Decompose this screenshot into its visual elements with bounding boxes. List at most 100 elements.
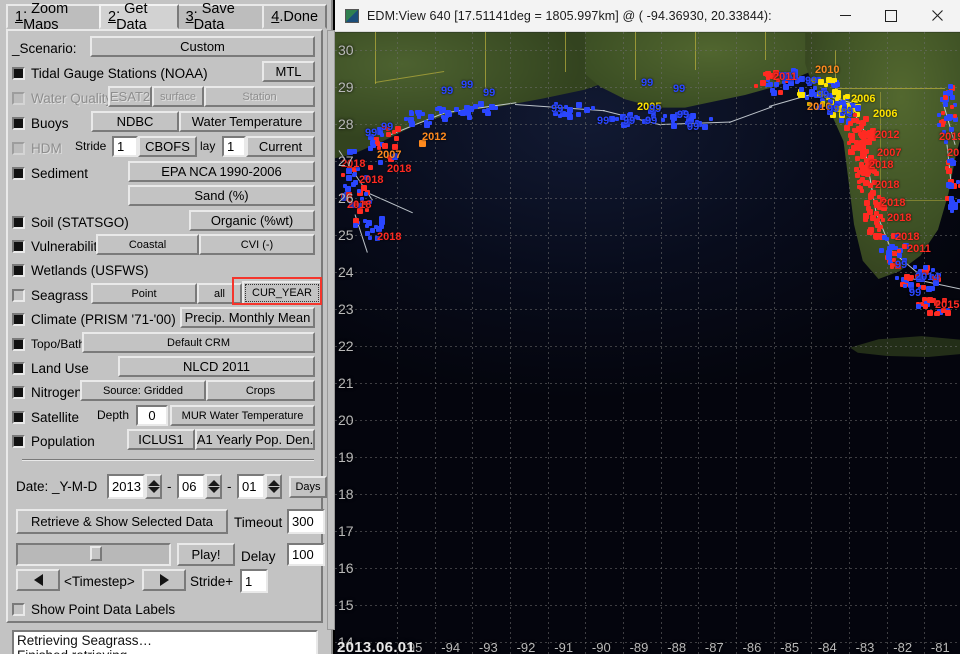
buoys-variable-button[interactable]: Water Temperature: [179, 111, 315, 132]
map-data-point: [890, 263, 894, 267]
tab-label: . Zoom Maps: [23, 1, 92, 33]
water-quality-type-button[interactable]: Station: [204, 86, 315, 107]
map-data-point: [923, 265, 928, 270]
tab-1[interactable]: 1. Zoom Maps: [6, 4, 101, 29]
hdm-lay-input[interactable]: 1: [222, 136, 246, 157]
app-icon: [345, 9, 359, 23]
sediment-variable-button[interactable]: Sand (%): [128, 185, 315, 206]
population-variable-button[interactable]: A1 Yearly Pop. Den.: [195, 429, 315, 450]
show-point-labels-checkbox[interactable]: [12, 603, 25, 616]
stride-input[interactable]: 1: [240, 569, 268, 593]
hdm-model-button[interactable]: CBOFS: [138, 136, 197, 157]
map-data-point: [948, 84, 953, 89]
sediment-dataset-button[interactable]: EPA NCA 1990-2006: [128, 161, 315, 182]
delay-input[interactable]: 100: [287, 543, 325, 566]
seagrass-scope-button[interactable]: all: [197, 283, 242, 304]
hdm-checkbox[interactable]: [12, 142, 25, 155]
wetlands-checkbox[interactable]: [12, 264, 25, 277]
map-canvas[interactable]: 2012201820182018200720182018201120102005…: [335, 32, 960, 654]
timestep-slider[interactable]: [16, 543, 171, 566]
water-quality-dataset-button[interactable]: ESAT2: [108, 86, 152, 107]
hdm-variable-button[interactable]: Current: [246, 136, 315, 157]
map-data-point: [861, 139, 866, 144]
map-data-point: [927, 310, 933, 316]
retrieve-button[interactable]: Retrieve & Show Selected Data: [16, 509, 228, 534]
hdm-lay-label: lay: [200, 139, 215, 153]
vulnerability-type-button[interactable]: Coastal: [96, 234, 199, 255]
nitrogen-checkbox[interactable]: [12, 386, 25, 399]
date-day-spinner[interactable]: [265, 474, 282, 499]
landuse-dataset-button[interactable]: NLCD 2011: [118, 356, 315, 377]
prev-timestep-button[interactable]: [16, 569, 60, 591]
map-data-point: [591, 106, 595, 110]
timestep-slider-thumb[interactable]: [90, 546, 102, 561]
date-year-input[interactable]: 2013: [107, 474, 145, 499]
control-panel: 1. Zoom Maps2. Get Data3. Save Data4.Don…: [0, 0, 333, 654]
population-checkbox[interactable]: [12, 435, 25, 448]
map-point-label: 99: [805, 76, 817, 87]
next-timestep-button[interactable]: [142, 569, 186, 591]
date-year-spinner[interactable]: [145, 474, 162, 499]
seagrass-checkbox[interactable]: [12, 289, 25, 302]
water-quality-depth-button[interactable]: surface: [152, 86, 204, 107]
y-axis-tick-label: 17: [338, 523, 354, 539]
climate-variable-button[interactable]: Precip. Monthly Mean: [180, 307, 315, 328]
map-data-point: [435, 107, 439, 111]
topobath-dataset-button[interactable]: Default CRM: [82, 332, 315, 353]
map-data-point: [352, 173, 356, 177]
timeout-input[interactable]: 300: [287, 509, 325, 534]
map-data-point: [836, 94, 841, 99]
tidal-gauge-checkbox[interactable]: [12, 67, 25, 80]
map-point-label: 99: [687, 122, 699, 133]
map-point-label: 99: [909, 288, 921, 299]
soil-checkbox[interactable]: [12, 216, 25, 229]
climate-checkbox[interactable]: [12, 313, 25, 326]
buoys-source-button[interactable]: NDBC: [91, 111, 179, 132]
days-button[interactable]: Days: [289, 476, 327, 498]
map-data-point: [754, 84, 758, 88]
topobath-checkbox[interactable]: [12, 338, 25, 351]
date-day-input[interactable]: 01: [237, 474, 265, 499]
date-month-input[interactable]: 06: [177, 474, 205, 499]
play-button[interactable]: Play!: [177, 543, 235, 566]
map-point-label: 99: [649, 104, 661, 115]
minimize-button[interactable]: [822, 0, 868, 32]
map-point-label: 99: [677, 110, 689, 121]
tab-3[interactable]: 3. Save Data: [177, 4, 265, 29]
sediment-checkbox[interactable]: [12, 167, 25, 180]
water-quality-checkbox[interactable]: [12, 92, 25, 105]
maximize-icon: [885, 10, 897, 22]
x-axis-tick-label: -84: [818, 640, 837, 654]
map-data-point: [841, 100, 845, 104]
maximize-button[interactable]: [868, 0, 914, 32]
satellite-variable-button[interactable]: MUR Water Temperature: [170, 405, 315, 426]
tab-4[interactable]: 4.Done: [262, 4, 327, 29]
seagrass-geometry-button[interactable]: Point: [91, 283, 197, 304]
map-data-point: [943, 102, 948, 107]
hdm-stride-input[interactable]: 1: [112, 136, 138, 157]
map-data-point: [946, 182, 952, 188]
tidal-gauge-mtl-button[interactable]: MTL: [262, 61, 315, 82]
satellite-depth-input[interactable]: 0: [136, 405, 168, 426]
seagrass-year-button[interactable]: CUR_YEAR: [242, 281, 322, 305]
population-model-button[interactable]: ICLUS1: [127, 429, 195, 450]
map-data-point: [353, 223, 358, 228]
close-button[interactable]: [914, 0, 960, 32]
scenario-button[interactable]: Custom: [90, 36, 315, 57]
map-data-point: [478, 101, 484, 107]
nitrogen-type-button[interactable]: Crops: [206, 380, 315, 401]
landuse-checkbox[interactable]: [12, 362, 25, 375]
x-axis-tick-label: -93: [479, 640, 498, 654]
panel-scrollbar[interactable]: [327, 30, 335, 630]
status-log[interactable]: Retrieving Seagrass… Finished retrieving: [12, 630, 318, 654]
date-month-spinner[interactable]: [205, 474, 222, 499]
tab-2[interactable]: 2. Get Data: [99, 4, 179, 29]
soil-variable-button[interactable]: Organic (%wt): [189, 210, 315, 231]
nitrogen-source-button[interactable]: Source: Gridded: [80, 380, 206, 401]
map-point-label: 99: [461, 80, 473, 91]
satellite-checkbox[interactable]: [12, 411, 25, 424]
vulnerability-checkbox[interactable]: [12, 240, 25, 253]
map-data-point: [859, 163, 864, 168]
buoys-checkbox[interactable]: [12, 117, 25, 130]
vulnerability-index-button[interactable]: CVI (-): [199, 234, 315, 255]
